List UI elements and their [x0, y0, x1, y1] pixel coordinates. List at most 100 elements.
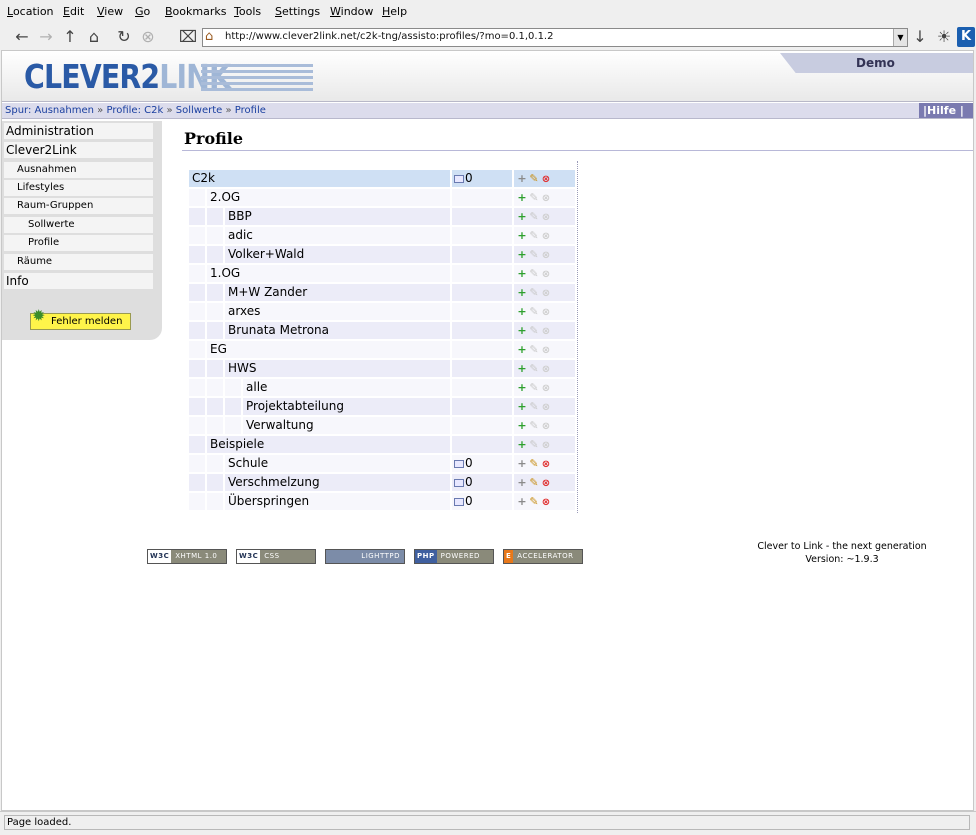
add-icon[interactable]: + — [516, 455, 528, 472]
edit-icon[interactable]: ✎ — [528, 208, 540, 225]
profile-name[interactable]: Schule — [225, 455, 450, 472]
menu-settings[interactable]: Settings — [275, 5, 320, 18]
profile-name[interactable]: EG — [207, 341, 450, 358]
delete-icon[interactable]: ⊗ — [540, 456, 552, 473]
delete-icon[interactable]: ⊗ — [540, 380, 552, 397]
profile-name[interactable]: alle — [243, 379, 450, 396]
site-logo[interactable]: CLEVER2LINK — [24, 57, 231, 96]
delete-icon[interactable]: ⊗ — [540, 209, 552, 226]
badge-xhtml-1-0[interactable]: W3C XHTML 1.0 — [147, 549, 227, 564]
delete-icon[interactable]: ⊗ — [540, 285, 552, 302]
profile-name[interactable]: Verschmelzung — [225, 474, 450, 491]
delete-icon[interactable]: ⊗ — [540, 304, 552, 321]
profile-name[interactable]: Volker+Wald — [225, 246, 450, 263]
profile-name[interactable]: Projektabteilung — [243, 398, 450, 415]
clear-location-icon[interactable]: ⌧ — [178, 26, 198, 48]
demo-tab[interactable]: Demo — [780, 53, 973, 73]
report-bug-button[interactable]: ✹ Fehler melden — [30, 308, 131, 330]
profile-name[interactable]: M+W Zander — [225, 284, 450, 301]
delete-icon[interactable]: ⊗ — [540, 247, 552, 264]
sidebar-item-sollwerte[interactable]: Sollwerte — [4, 217, 153, 233]
breadcrumb-item[interactable]: Profile — [235, 105, 266, 116]
breadcrumb-item[interactable]: Sollwerte — [176, 105, 223, 116]
reload-icon[interactable]: ↻ — [114, 26, 134, 48]
edit-icon[interactable]: ✎ — [528, 189, 540, 206]
add-icon[interactable]: + — [516, 436, 528, 453]
delete-icon[interactable]: ⊗ — [540, 494, 552, 511]
edit-icon[interactable]: ✎ — [528, 436, 540, 453]
add-icon[interactable]: + — [516, 189, 528, 206]
edit-icon[interactable]: ✎ — [528, 227, 540, 244]
stop-icon[interactable]: ⊗ — [138, 26, 158, 48]
menu-location[interactable]: Location — [7, 5, 54, 18]
delete-icon[interactable]: ⊗ — [540, 342, 552, 359]
edit-icon[interactable]: ✎ — [528, 360, 540, 377]
edit-icon[interactable]: ✎ — [528, 170, 540, 187]
delete-icon[interactable]: ⊗ — [540, 418, 552, 435]
delete-icon[interactable]: ⊗ — [540, 361, 552, 378]
back-icon[interactable]: ← — [12, 26, 32, 48]
add-icon[interactable]: + — [516, 341, 528, 358]
badge-lighttpd[interactable]: LIGHTTPD — [325, 549, 405, 564]
add-icon[interactable]: + — [516, 170, 528, 187]
sidebar-item-raum-gruppen[interactable]: Raum-Gruppen — [4, 198, 153, 214]
delete-icon[interactable]: ⊗ — [540, 399, 552, 416]
add-icon[interactable]: + — [516, 208, 528, 225]
edit-icon[interactable]: ✎ — [528, 455, 540, 472]
add-icon[interactable]: + — [516, 474, 528, 491]
help-link[interactable]: |Hilfe | — [919, 103, 973, 118]
delete-icon[interactable]: ⊗ — [540, 437, 552, 454]
profile-name[interactable]: 2.OG — [207, 189, 450, 206]
delete-icon[interactable]: ⊗ — [540, 475, 552, 492]
profile-name[interactable]: arxes — [225, 303, 450, 320]
sidebar-item-lifestyles[interactable]: Lifestyles — [4, 180, 153, 196]
breadcrumb-item[interactable]: Profile: C2k — [106, 105, 163, 116]
breadcrumb-item[interactable]: Ausnahmen — [35, 105, 94, 116]
profile-name[interactable]: C2k — [189, 170, 450, 187]
sidebar-item-info[interactable]: Info — [4, 273, 153, 289]
edit-icon[interactable]: ✎ — [528, 284, 540, 301]
forward-icon[interactable]: → — [36, 26, 56, 48]
badge-accelerator[interactable]: E ACCELERATOR — [503, 549, 583, 564]
menu-window[interactable]: Window — [330, 5, 373, 18]
add-icon[interactable]: + — [516, 284, 528, 301]
profile-name[interactable]: Beispiele — [207, 436, 450, 453]
menu-go[interactable]: Go — [135, 5, 150, 18]
profile-name[interactable]: Überspringen — [225, 493, 450, 510]
profile-name[interactable]: 1.OG — [207, 265, 450, 282]
edit-icon[interactable]: ✎ — [528, 265, 540, 282]
sidebar-item-clever2link[interactable]: Clever2Link — [4, 142, 153, 158]
sidebar-item-räume[interactable]: Räume — [4, 254, 153, 270]
up-icon[interactable]: ↑ — [60, 26, 80, 48]
profile-name[interactable]: BBP — [225, 208, 450, 225]
profile-name[interactable]: Brunata Metrona — [225, 322, 450, 339]
sidebar-item-administration[interactable]: Administration — [4, 123, 153, 139]
menu-bookmarks[interactable]: Bookmarks — [165, 5, 226, 18]
bookmark-icon[interactable]: ↓ — [910, 26, 930, 48]
sidebar-item-profile[interactable]: Profile — [4, 235, 153, 251]
menu-edit[interactable]: Edit — [63, 5, 84, 18]
edit-icon[interactable]: ✎ — [528, 398, 540, 415]
add-icon[interactable]: + — [516, 227, 528, 244]
profile-name[interactable]: adic — [225, 227, 450, 244]
badge-powered[interactable]: PHP POWERED — [414, 549, 494, 564]
menu-help[interactable]: Help — [382, 5, 407, 18]
add-icon[interactable]: + — [516, 493, 528, 510]
menu-tools[interactable]: Tools — [234, 5, 261, 18]
location-url[interactable]: http://www.clever2link.net/c2k-tng/assis… — [225, 31, 553, 42]
sidebar-item-ausnahmen[interactable]: Ausnahmen — [4, 162, 153, 178]
edit-icon[interactable]: ✎ — [528, 303, 540, 320]
delete-icon[interactable]: ⊗ — [540, 190, 552, 207]
menu-view[interactable]: View — [97, 5, 123, 18]
delete-icon[interactable]: ⊗ — [540, 228, 552, 245]
edit-icon[interactable]: ✎ — [528, 322, 540, 339]
add-icon[interactable]: + — [516, 265, 528, 282]
profile-name[interactable]: HWS — [225, 360, 450, 377]
add-icon[interactable]: + — [516, 360, 528, 377]
badge-css[interactable]: W3C CSS — [236, 549, 316, 564]
add-icon[interactable]: + — [516, 322, 528, 339]
add-icon[interactable]: + — [516, 379, 528, 396]
weather-icon[interactable]: ☀ — [934, 26, 954, 48]
konqueror-icon[interactable]: K — [957, 27, 975, 47]
edit-icon[interactable]: ✎ — [528, 417, 540, 434]
